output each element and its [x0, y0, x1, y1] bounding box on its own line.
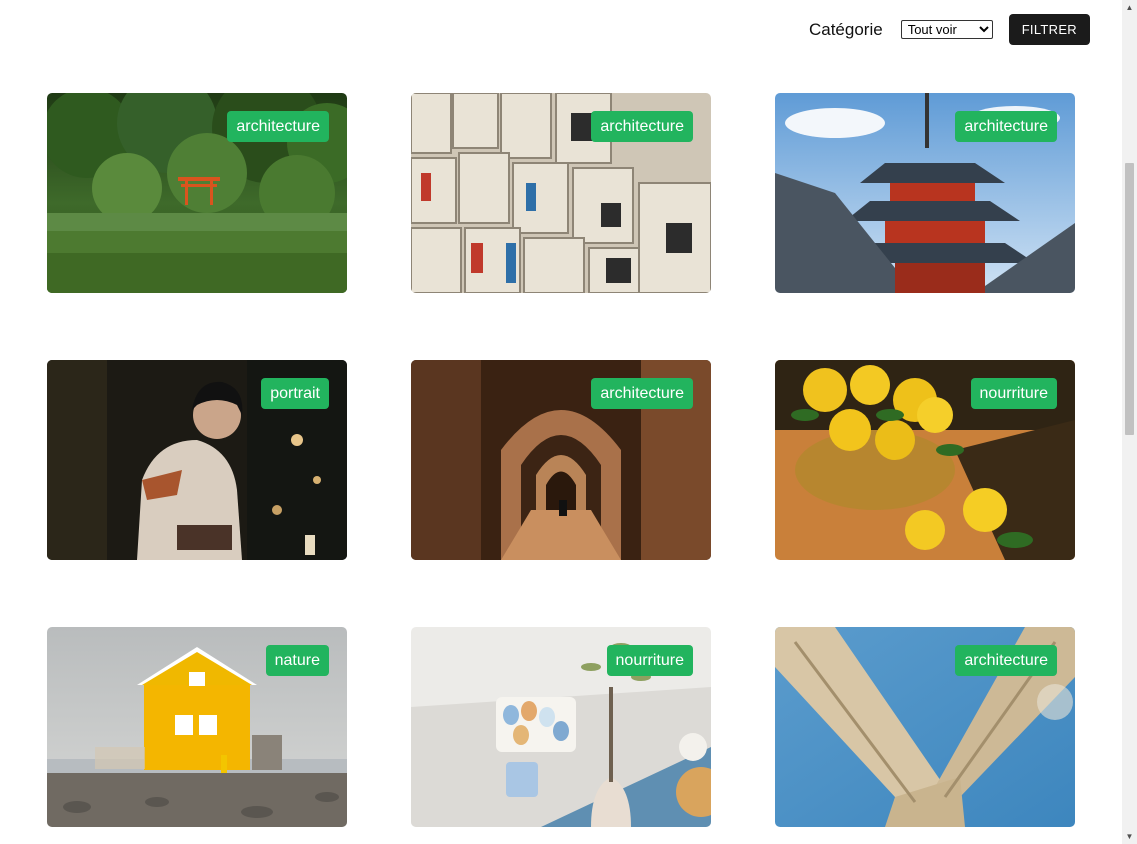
gallery-item[interactable]: nourriture — [411, 627, 711, 827]
gallery-item[interactable]: architecture — [775, 627, 1075, 827]
scroll-up-arrow-icon[interactable]: ▲ — [1122, 0, 1137, 15]
scroll-thumb[interactable] — [1125, 163, 1134, 435]
vertical-scrollbar[interactable]: ▲ ▼ — [1122, 0, 1137, 844]
gallery-grid: architecture architecture architecture p… — [47, 93, 1075, 827]
category-badge: nature — [265, 645, 329, 676]
gallery-item[interactable]: architecture — [411, 360, 711, 560]
gallery-item[interactable]: architecture — [775, 93, 1075, 293]
category-badge: architecture — [227, 111, 329, 142]
filter-button[interactable]: FILTRER — [1008, 14, 1090, 45]
gallery-item[interactable]: nourriture — [775, 360, 1075, 560]
gallery-item[interactable]: architecture — [47, 93, 347, 293]
category-badge: portrait — [261, 378, 329, 409]
category-badge: architecture — [591, 378, 693, 409]
scroll-down-arrow-icon[interactable]: ▼ — [1122, 829, 1137, 844]
gallery-item[interactable]: portrait — [47, 360, 347, 560]
gallery-item[interactable]: nature — [47, 627, 347, 827]
category-select[interactable]: Tout voir — [900, 20, 993, 39]
category-badge: nourriture — [970, 378, 1057, 409]
gallery-item[interactable]: architecture — [411, 93, 711, 293]
category-badge: architecture — [591, 111, 693, 142]
category-badge: nourriture — [606, 645, 693, 676]
category-badge: architecture — [955, 111, 1057, 142]
filter-bar: Catégorie Tout voir FILTRER — [809, 14, 1090, 45]
category-badge: architecture — [955, 645, 1057, 676]
category-label: Catégorie — [808, 19, 883, 39]
